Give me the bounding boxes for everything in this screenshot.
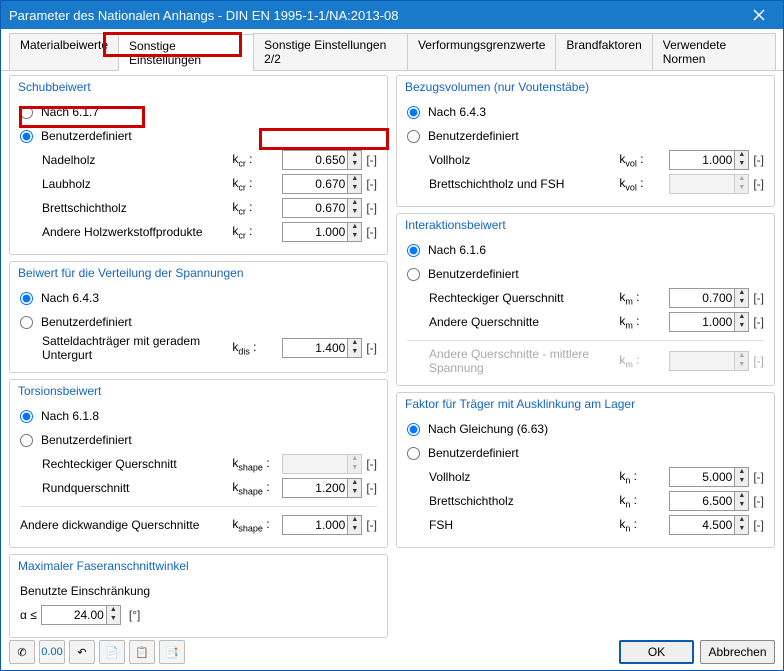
input-kshape-round[interactable]: ▲▼: [282, 478, 362, 498]
precision-button[interactable]: 0.00: [39, 640, 65, 664]
group-verteilung: Beiwert für die Verteilung der Spannunge…: [9, 261, 388, 373]
radio-ausk-663[interactable]: Nach Gleichung (6.63): [407, 422, 548, 436]
input-kn-fsh[interactable]: ▲▼: [669, 515, 749, 535]
radio-tors-618[interactable]: Nach 6.1.8: [20, 409, 99, 423]
input-kn-voll[interactable]: ▲▼: [669, 467, 749, 487]
group-schubbeiwert: Schubbeiwert Nach 6.1.7 Benutzerdefinier…: [9, 75, 388, 255]
radio-inter-616[interactable]: Nach 6.1.6: [407, 243, 486, 257]
group-bezug: Bezugsvolumen (nur Voutenstäbe) Nach 6.4…: [396, 75, 775, 207]
input-km-other[interactable]: ▲▼: [669, 312, 749, 332]
radio-inter-user[interactable]: Benutzerdefiniert: [407, 267, 519, 281]
radio-bezug-user[interactable]: Benutzerdefiniert: [407, 129, 519, 143]
close-button[interactable]: [743, 1, 775, 29]
label-laubholz: Laubholz: [42, 177, 232, 191]
input-laubholz-kcr[interactable]: ▲▼: [282, 174, 362, 194]
input-andere-kcr[interactable]: ▲▼: [282, 222, 362, 242]
tab-verformung[interactable]: Verformungsgrenzwerte: [407, 33, 556, 70]
group-torsion: Torsionsbeiwert Nach 6.1.8 Benutzerdefin…: [9, 379, 388, 548]
radio-schub-user[interactable]: Benutzerdefiniert: [20, 129, 132, 143]
label-nadelholz: Nadelholz: [42, 153, 232, 167]
tab-bar: Materialbeiwerte Sonstige Einstellungen …: [1, 29, 783, 71]
label-brettschicht: Brettschichtholz: [42, 201, 232, 215]
radio-tors-user[interactable]: Benutzerdefiniert: [20, 433, 132, 447]
label-andere-holz: Andere Holzwerkstoffprodukte: [42, 225, 232, 239]
input-brettschicht-kcr[interactable]: ▲▼: [282, 198, 362, 218]
input-km-mittel: ▲▼: [669, 351, 749, 371]
input-kshape-other[interactable]: ▲▼: [282, 515, 362, 535]
input-kvol-voll[interactable]: ▲▼: [669, 150, 749, 170]
input-kdis[interactable]: ▲▼: [282, 338, 362, 358]
tab-sonstige-2[interactable]: Sonstige Einstellungen 2/2: [253, 33, 408, 70]
tab-material[interactable]: Materialbeiwerte: [9, 33, 119, 70]
group-interaktion: Interaktionsbeiwert Nach 6.1.6 Benutzerd…: [396, 213, 775, 386]
titlebar: Parameter des Nationalen Anhangs - DIN E…: [1, 1, 783, 29]
dialog-window: Parameter des Nationalen Anhangs - DIN E…: [0, 0, 784, 671]
cancel-button[interactable]: Abbrechen: [700, 640, 775, 664]
input-kvol-fsh[interactable]: ▲▼: [669, 174, 749, 194]
tab-brand[interactable]: Brandfaktoren: [555, 33, 652, 70]
sym-kcr: kcr :: [232, 152, 282, 168]
radio-vert-user[interactable]: Benutzerdefiniert: [20, 315, 132, 329]
import-button[interactable]: 📄: [99, 640, 125, 664]
group-faser: Maximaler Faseranschnittwinkel Benutzte …: [9, 554, 388, 638]
radio-bezug-643[interactable]: Nach 6.4.3: [407, 105, 486, 119]
notes-button[interactable]: 📑: [159, 640, 185, 664]
help-button[interactable]: ✆: [9, 640, 35, 664]
radio-ausk-user[interactable]: Benutzerdefiniert: [407, 446, 519, 460]
sym-alpha: α ≤: [20, 608, 37, 622]
group-title: Schubbeiwert: [18, 80, 377, 94]
input-nadelholz-kcr[interactable]: ▲▼: [282, 150, 362, 170]
radio-vert-643[interactable]: Nach 6.4.3: [20, 291, 99, 305]
input-alpha[interactable]: ▲▼: [41, 605, 121, 625]
window-title: Parameter des Nationalen Anhangs - DIN E…: [9, 8, 399, 23]
input-kshape-rect[interactable]: ▲▼: [282, 454, 362, 474]
export-button[interactable]: 📋: [129, 640, 155, 664]
input-km-rect[interactable]: ▲▼: [669, 288, 749, 308]
group-ausklinkung: Faktor für Träger mit Ausklinkung am Lag…: [396, 392, 775, 548]
tab-sonstige-1[interactable]: Sonstige Einstellungen: [118, 34, 254, 71]
radio-schub-617[interactable]: Nach 6.1.7: [20, 105, 99, 119]
tab-normen[interactable]: Verwendete Normen: [652, 33, 776, 70]
input-kn-brett[interactable]: ▲▼: [669, 491, 749, 511]
undo-button[interactable]: ↶: [69, 640, 95, 664]
ok-button[interactable]: OK: [619, 640, 694, 664]
bottom-bar: ✆ 0.00 ↶ 📄 📋 📑 OK Abbrechen: [9, 640, 775, 664]
